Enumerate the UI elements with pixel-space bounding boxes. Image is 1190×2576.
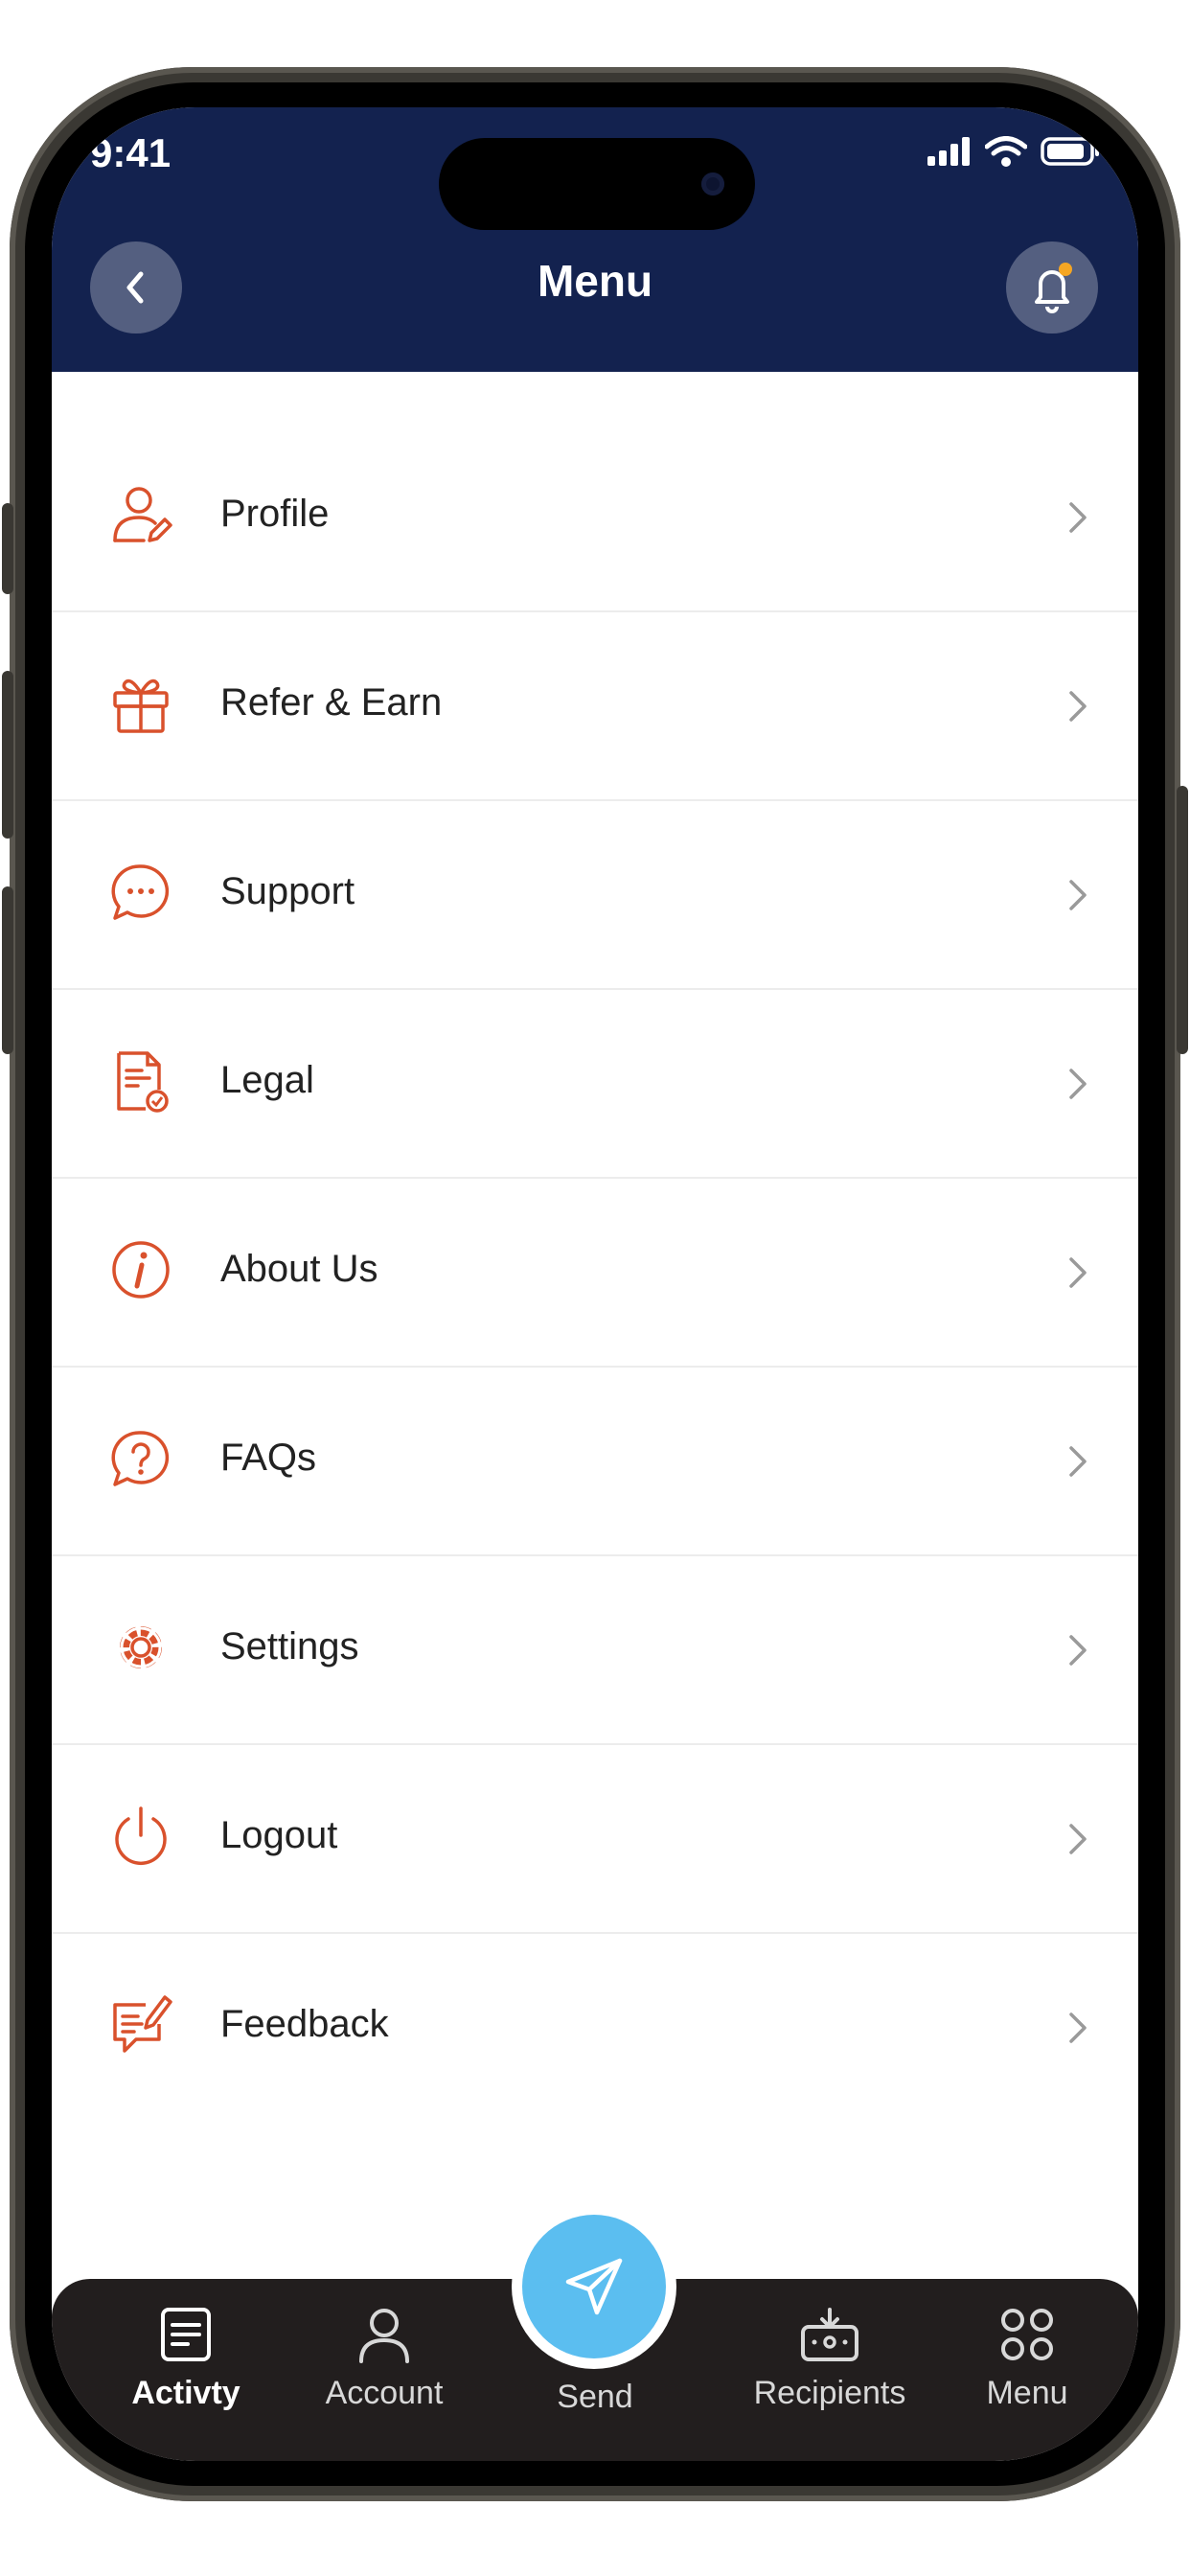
- tab-label: Menu: [986, 2375, 1068, 2411]
- menu-item-faqs[interactable]: FAQs: [52, 1368, 1138, 1556]
- menu-item-label: Logout: [220, 1814, 338, 1856]
- tab-label: Activty: [131, 2375, 240, 2411]
- menu-item-label: Feedback: [220, 2003, 389, 2045]
- header-bar: 9:41 Menu: [52, 107, 1138, 372]
- grid-icon: [1001, 2309, 1053, 2360]
- paper-plane-icon: [565, 2258, 623, 2315]
- side-button: [2, 671, 13, 839]
- tab-activity[interactable]: Activty: [100, 2306, 272, 2412]
- feedback-icon: [113, 1995, 172, 2053]
- status-time: 9:41: [90, 130, 172, 175]
- bell-icon: [1035, 263, 1072, 313]
- chevron-right-icon: [1069, 1446, 1087, 1477]
- battery-icon: [1041, 137, 1099, 166]
- menu-item-label: About Us: [220, 1248, 378, 1290]
- user-icon: [359, 2309, 409, 2363]
- user-edit-icon: [113, 487, 172, 542]
- chevron-right-icon: [1069, 1824, 1087, 1854]
- recipients-icon: [801, 2308, 858, 2361]
- camera-icon: [701, 172, 724, 196]
- menu-item-settings[interactable]: Settings: [52, 1556, 1138, 1745]
- menu-item-label: Legal: [220, 1059, 314, 1101]
- menu-list: Profile Refer & Earn Support Legal About…: [52, 424, 1138, 2123]
- question-bubble-icon: [111, 1431, 170, 1486]
- tab-label: Send: [557, 2379, 633, 2415]
- side-button: [1177, 786, 1188, 1054]
- chevron-right-icon: [1069, 1635, 1087, 1666]
- chat-bubble-icon: [111, 864, 170, 920]
- menu-item-label: Settings: [220, 1625, 359, 1668]
- chevron-right-icon: [1069, 1069, 1087, 1099]
- menu-item-label: Profile: [220, 493, 330, 535]
- signal-icon: [927, 137, 970, 166]
- document-check-icon: [117, 1051, 169, 1113]
- menu-item-about-us[interactable]: About Us: [52, 1179, 1138, 1368]
- tab-account[interactable]: Account: [298, 2306, 470, 2412]
- chevron-right-icon: [1069, 502, 1087, 533]
- menu-item-legal[interactable]: Legal: [52, 990, 1138, 1179]
- side-button: [2, 503, 13, 594]
- document-icon: [161, 2308, 211, 2361]
- send-button-circle: [522, 2215, 666, 2358]
- menu-item-support[interactable]: Support: [52, 801, 1138, 990]
- menu-item-label: FAQs: [220, 1437, 317, 1479]
- wifi-icon: [985, 136, 1027, 167]
- notifications-button[interactable]: [1006, 242, 1098, 334]
- chevron-right-icon: [1069, 2012, 1087, 2043]
- menu-item-label: Refer & Earn: [220, 681, 443, 724]
- dynamic-island: [439, 138, 755, 230]
- gift-icon: [113, 678, 169, 733]
- menu-item-feedback[interactable]: Feedback: [52, 1934, 1138, 2123]
- power-icon: [115, 1806, 167, 1866]
- menu-item-refer-earn[interactable]: Refer & Earn: [52, 612, 1138, 801]
- gear-icon: [120, 1626, 162, 1668]
- chevron-right-icon: [1069, 1257, 1087, 1288]
- chevron-right-icon: [1069, 880, 1087, 910]
- tab-label: Account: [325, 2375, 444, 2411]
- info-icon: [112, 1241, 170, 1299]
- page-title: Menu: [537, 256, 653, 306]
- tab-menu[interactable]: Menu: [941, 2306, 1113, 2412]
- chevron-right-icon: [1069, 691, 1087, 722]
- screen: 9:41 Menu Profile Refer & Earn Support L…: [52, 107, 1138, 2461]
- menu-item-logout[interactable]: Logout: [52, 1745, 1138, 1934]
- menu-item-profile[interactable]: Profile: [52, 424, 1138, 612]
- tab-send[interactable]: Send: [509, 2367, 681, 2416]
- menu-item-label: Support: [220, 870, 355, 912]
- side-button: [2, 886, 13, 1054]
- send-button[interactable]: [512, 2204, 676, 2369]
- tab-label: Recipients: [753, 2375, 906, 2411]
- tab-recipients[interactable]: Recipients: [744, 2306, 916, 2412]
- status-icons: [927, 136, 1100, 167]
